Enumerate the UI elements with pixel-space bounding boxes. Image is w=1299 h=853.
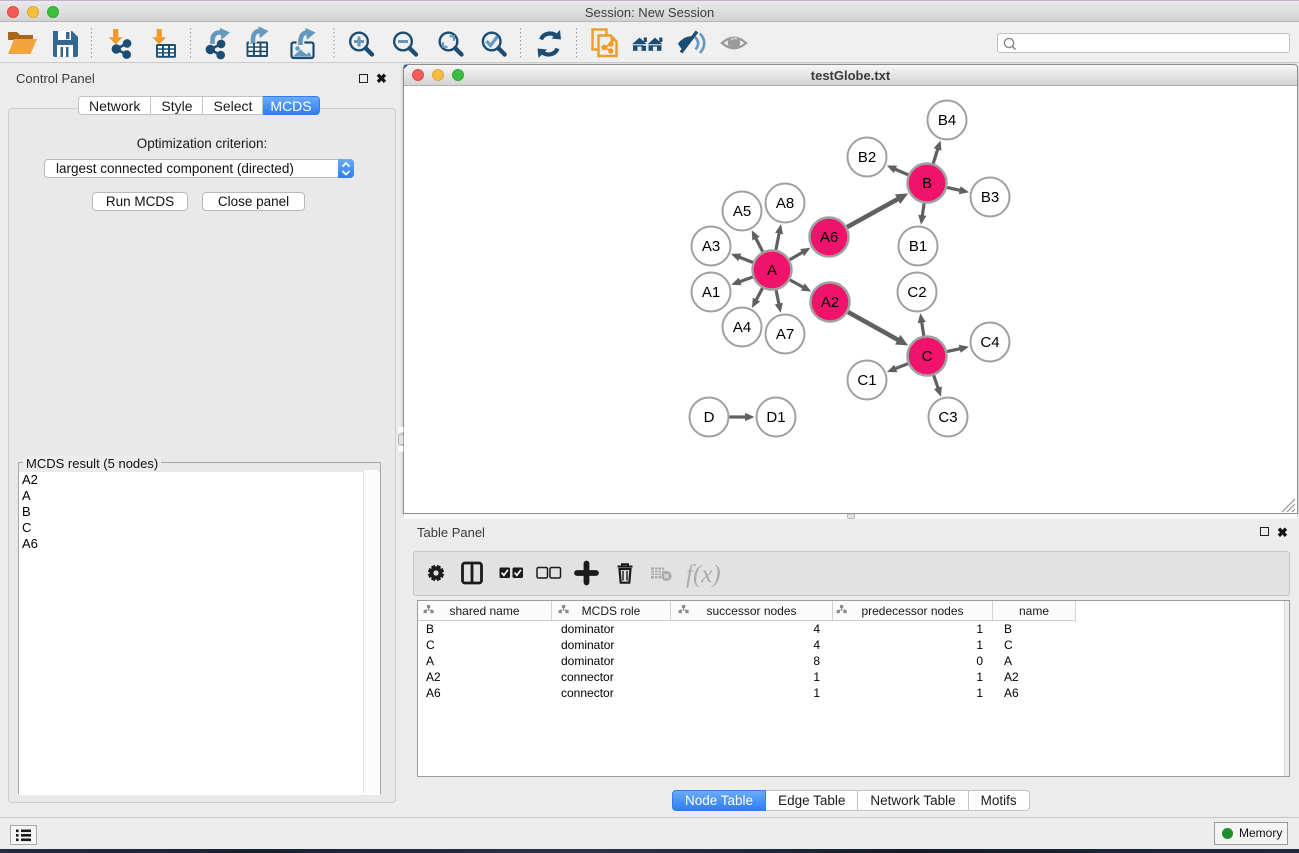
svg-text:A4: A4 [733,319,751,336]
svg-text:C2: C2 [907,284,926,301]
svg-text:D1: D1 [766,409,785,426]
svg-text:A: A [767,262,777,279]
svg-text:C: C [922,348,933,365]
svg-text:B2: B2 [858,149,876,166]
svg-text:A6: A6 [820,229,838,246]
svg-text:D: D [704,409,715,426]
svg-text:A7: A7 [776,326,794,343]
svg-text:C1: C1 [857,372,876,389]
svg-text:A3: A3 [702,238,720,255]
svg-text:A8: A8 [776,195,794,212]
svg-text:B4: B4 [938,112,956,129]
svg-text:B1: B1 [909,238,927,255]
svg-text:B3: B3 [981,189,999,206]
svg-text:C4: C4 [980,334,999,351]
svg-text:A2: A2 [821,294,839,311]
svg-text:C3: C3 [938,409,957,426]
svg-text:B: B [922,175,932,192]
svg-text:A5: A5 [733,203,751,220]
svg-text:A1: A1 [702,284,720,301]
